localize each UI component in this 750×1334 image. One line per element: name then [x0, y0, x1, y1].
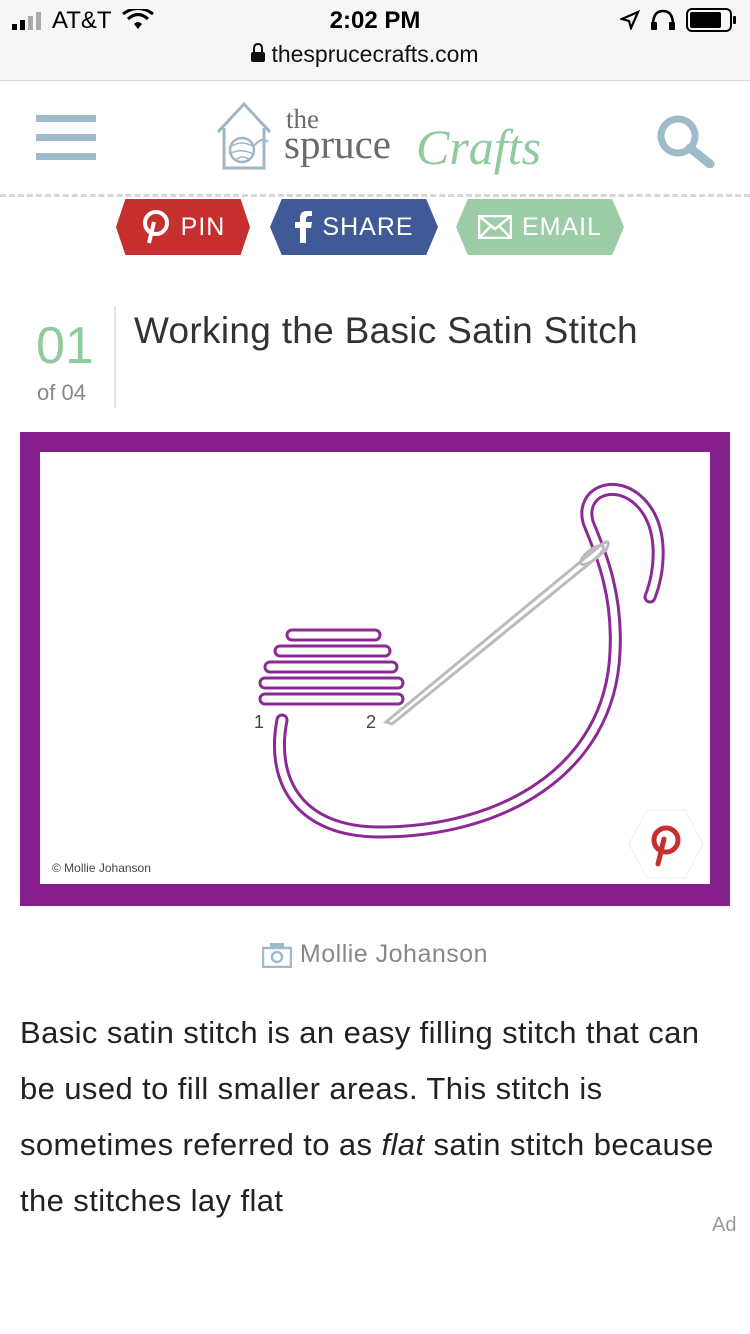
- battery-icon: [686, 8, 736, 32]
- stitch-diagram: 1 2 © Mollie Johanson: [52, 482, 665, 875]
- house-yarn-icon: [216, 101, 272, 170]
- envelope-icon: [477, 215, 512, 239]
- facebook-icon: [295, 211, 313, 243]
- ad-label: Ad: [712, 1214, 737, 1236]
- email-button[interactable]: EMAIL: [456, 199, 624, 255]
- headphones-icon: [651, 9, 675, 30]
- step-total: of 04: [37, 380, 86, 405]
- stitch-point-label: 1: [254, 712, 264, 732]
- pin-button[interactable]: PIN: [116, 199, 250, 255]
- hamburger-menu-icon[interactable]: [36, 115, 96, 163]
- facebook-share-button[interactable]: SHARE: [270, 199, 438, 255]
- share-label: SHARE: [322, 212, 414, 241]
- location-arrow-icon: [620, 10, 640, 30]
- logo-crafts: Crafts: [416, 119, 541, 175]
- site-logo[interactable]: the spruce Crafts: [212, 96, 542, 178]
- step-divider: [114, 306, 116, 408]
- url-bar[interactable]: thesprucecrafts.com: [0, 41, 750, 68]
- needle-icon: [382, 540, 610, 726]
- camera-icon: [261, 943, 292, 969]
- image-credit: Mollie Johanson: [0, 940, 750, 969]
- step-title: Working the Basic Satin Stitch: [134, 310, 638, 351]
- article-paragraph: Basic satin stitch is an easy filling st…: [20, 1015, 714, 1218]
- stitch-point-label: 2: [366, 712, 376, 732]
- illustration-canvas: 1 2 © Mollie Johanson: [40, 452, 710, 884]
- step-number: 01: [36, 317, 94, 375]
- email-label: EMAIL: [521, 212, 603, 241]
- header-divider: [0, 194, 750, 197]
- credit-name: Mollie Johanson: [299, 940, 489, 968]
- pinterest-icon: [142, 210, 169, 244]
- logo-spruce: spruce: [284, 121, 391, 167]
- search-icon[interactable]: [654, 114, 716, 168]
- pinterest-save-button[interactable]: [628, 808, 704, 880]
- illustration-copyright: © Mollie Johanson: [52, 861, 151, 875]
- pin-label: PIN: [180, 212, 226, 241]
- satin-stitch-illustration: 1 2 © Mollie Johanson: [20, 432, 730, 906]
